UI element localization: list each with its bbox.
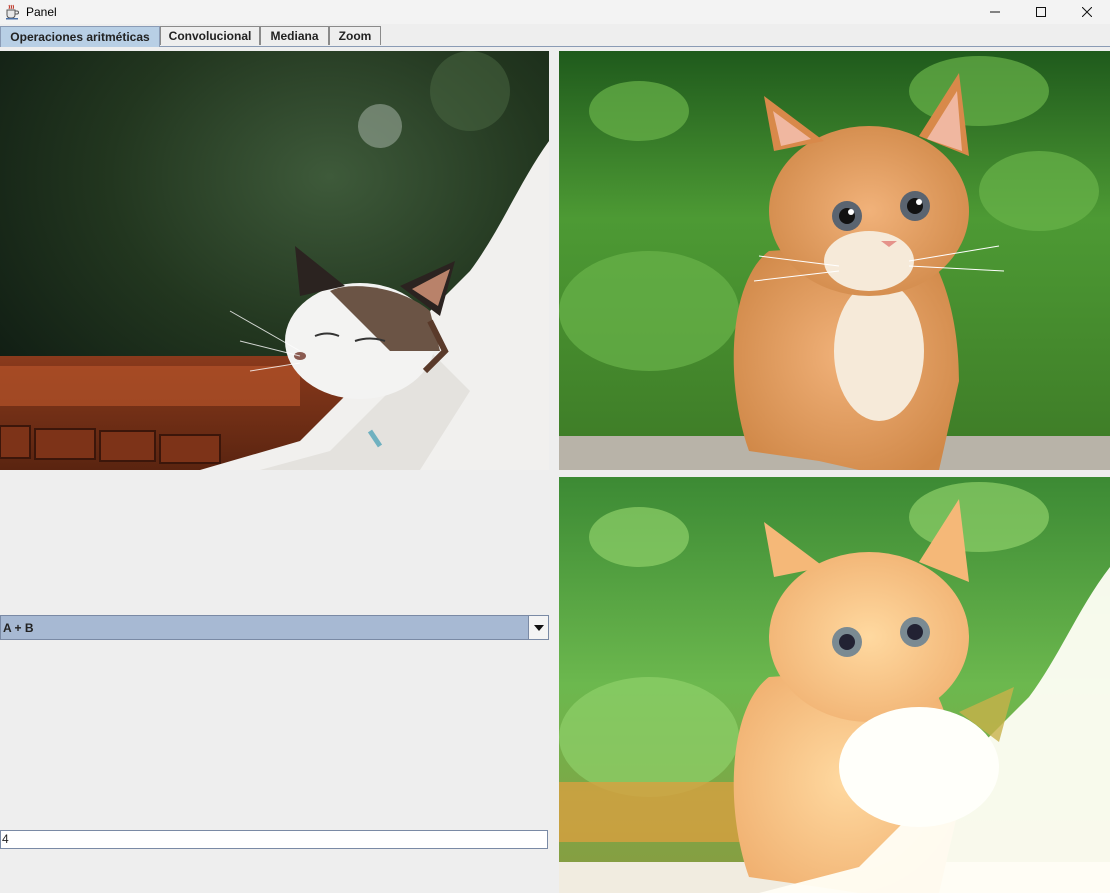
tab-convolucional[interactable]: Convolucional [160,26,260,45]
value-input[interactable]: 4 [0,830,548,849]
tab-operaciones-aritmeticas[interactable]: Operaciones aritméticas [0,26,160,47]
title-bar: Panel [0,0,1110,24]
orange-kitten-on-grass-image [559,51,1110,470]
maximize-icon[interactable] [1018,0,1064,24]
close-icon[interactable] [1064,0,1110,24]
stretching-white-cat-image [0,51,549,470]
operation-select-value: A + B [3,620,34,635]
operation-select[interactable]: A + B [0,615,549,640]
tab-zoom[interactable]: Zoom [329,26,381,45]
java-cup-icon [4,4,20,20]
chevron-down-icon[interactable] [528,616,548,639]
minimize-icon[interactable] [972,0,1018,24]
window-title: Panel [26,5,57,19]
tab-strip: Operaciones aritméticas Convolucional Me… [0,26,1110,47]
tab-content: A + B 4 [0,47,1110,893]
sum-result-image [559,477,1110,893]
tab-mediana[interactable]: Mediana [260,26,329,45]
